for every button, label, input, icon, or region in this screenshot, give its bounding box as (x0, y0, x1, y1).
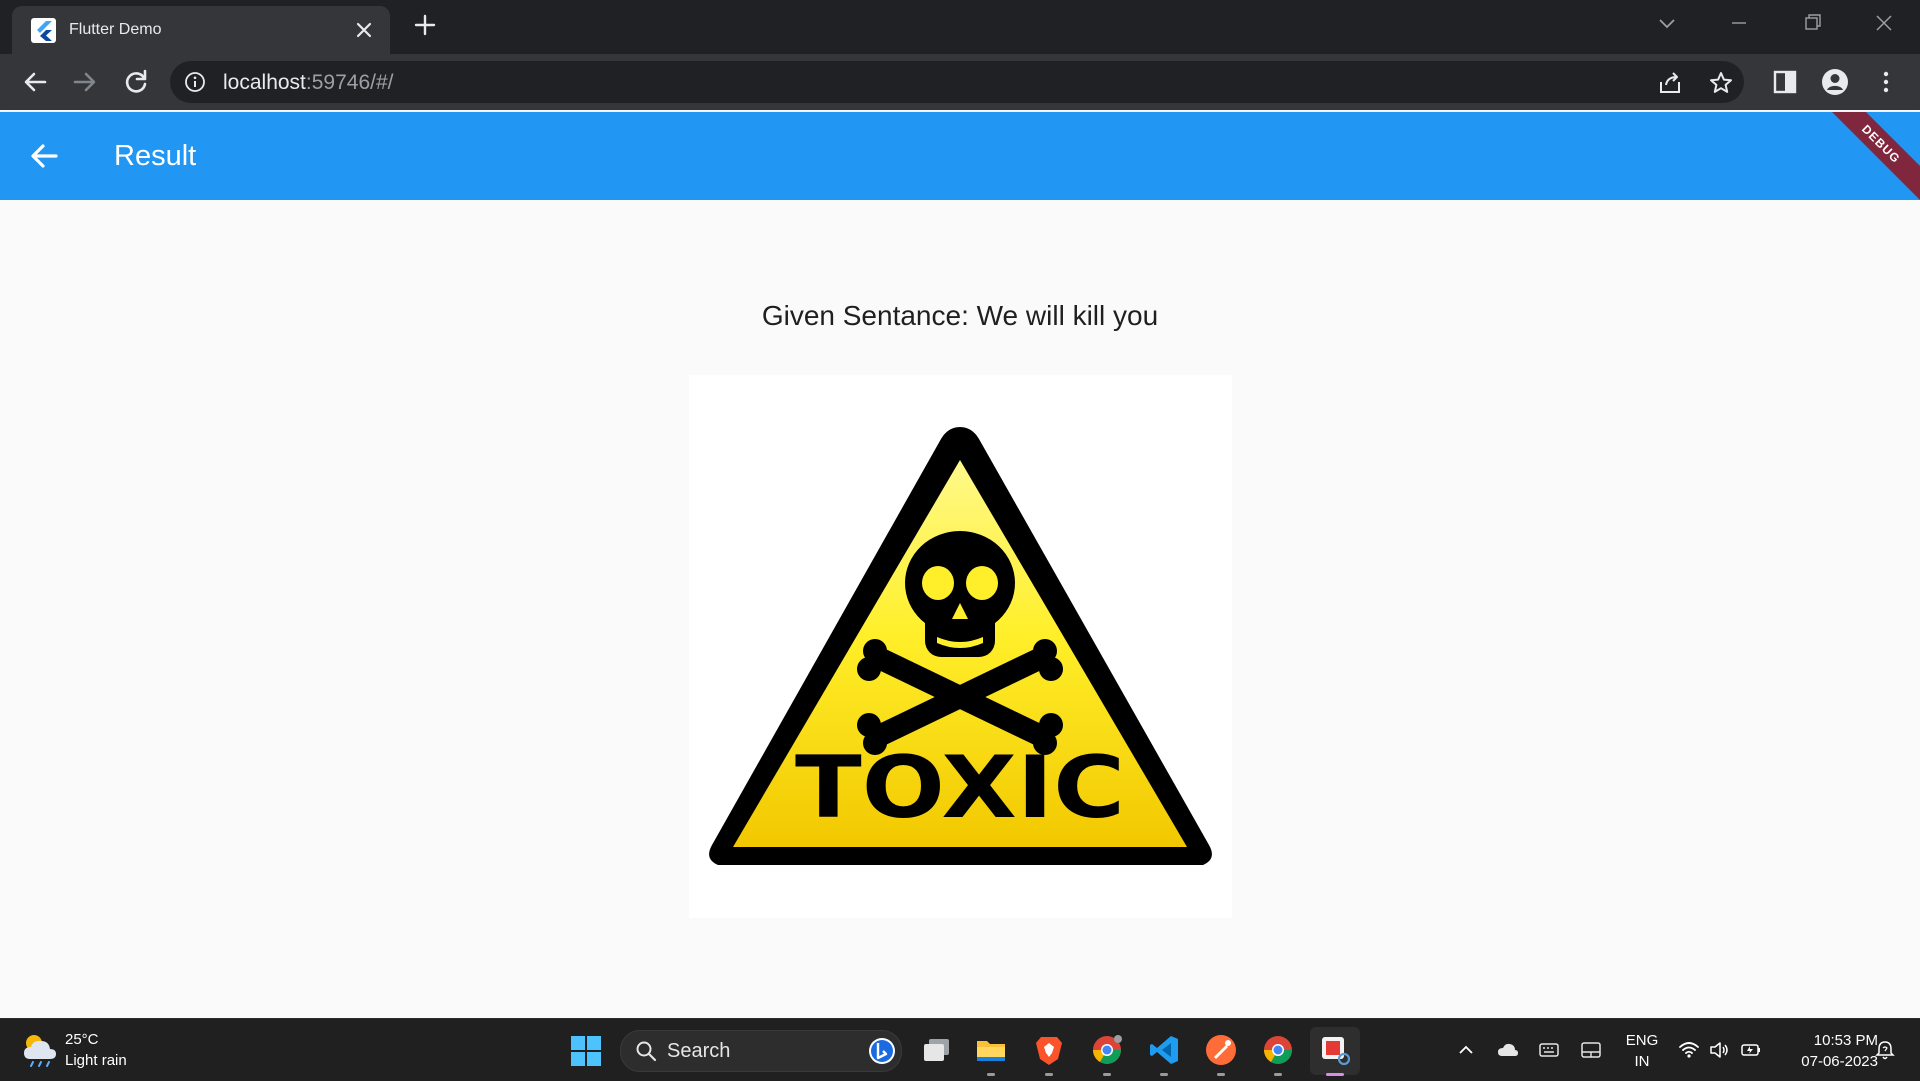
snipping-tool-icon[interactable] (1318, 1033, 1352, 1067)
battery-charging-icon[interactable] (1740, 1039, 1762, 1061)
active-indicator (1326, 1073, 1344, 1076)
running-indicator (1103, 1073, 1111, 1076)
windows-start-icon[interactable] (570, 1035, 602, 1067)
chrome-icon[interactable] (1261, 1033, 1295, 1067)
search-icon (636, 1041, 657, 1062)
result-image-card: TOXIC (689, 375, 1232, 918)
running-indicator (987, 1073, 995, 1076)
running-indicator (1274, 1073, 1282, 1076)
search-placeholder: Search (667, 1040, 731, 1062)
browser-tab[interactable]: Flutter Demo (12, 6, 390, 54)
file-explorer-icon[interactable] (974, 1033, 1008, 1067)
running-indicator (1160, 1073, 1168, 1076)
app-bar: Result DEBUG (0, 112, 1920, 200)
back-icon[interactable] (20, 67, 50, 97)
browser-tab-strip: Flutter Demo (0, 0, 1920, 54)
forward-icon[interactable] (70, 67, 100, 97)
bing-icon[interactable] (868, 1037, 896, 1065)
clock-date[interactable]: 07-06-2023 (1778, 1053, 1878, 1070)
debug-banner: DEBUG (1812, 112, 1920, 200)
browser-menu-icon[interactable] (1871, 67, 1901, 97)
browser-toolbar: localhost:59746/#/ (0, 54, 1920, 110)
close-window-icon[interactable] (1871, 12, 1897, 34)
flutter-favicon-icon (31, 18, 56, 43)
notification-bell-icon[interactable] (1874, 1039, 1896, 1061)
site-info-icon[interactable] (184, 71, 206, 93)
show-hidden-icons-chevron-icon[interactable] (1455, 1039, 1477, 1061)
url-path: :59746/#/ (305, 71, 394, 94)
clock-time[interactable]: 10:53 PM (1778, 1032, 1878, 1049)
toxic-warning-image: TOXIC (709, 427, 1212, 865)
running-indicator (1217, 1073, 1225, 1076)
url-text[interactable]: localhost:59746/#/ (223, 71, 393, 95)
reload-icon[interactable] (121, 67, 151, 97)
app-back-icon[interactable] (28, 140, 60, 172)
wifi-icon[interactable] (1678, 1039, 1700, 1061)
language-code[interactable]: ENG (1620, 1032, 1664, 1049)
new-tab-icon[interactable] (412, 12, 438, 38)
page-title: Result (114, 140, 197, 172)
toxic-label: TOXIC (795, 738, 1125, 838)
vscode-icon[interactable] (1147, 1033, 1181, 1067)
language-region[interactable]: IN (1620, 1053, 1664, 1070)
postman-icon[interactable] (1204, 1033, 1238, 1067)
volume-icon[interactable] (1708, 1039, 1730, 1061)
tab-search-chevron-icon[interactable] (1654, 12, 1680, 34)
profile-avatar-icon[interactable] (1820, 67, 1850, 97)
share-icon[interactable] (1657, 70, 1683, 96)
url-host: localhost (223, 71, 306, 94)
weather-cloud-rain-icon[interactable] (20, 1031, 60, 1067)
tab-title: Flutter Demo (69, 21, 162, 38)
running-indicator (1045, 1073, 1053, 1076)
restore-icon[interactable] (1799, 12, 1825, 34)
windows-taskbar: 25°C Light rain Search ENG IN 10:53 PM 0… (0, 1018, 1920, 1081)
bookmark-star-icon[interactable] (1708, 70, 1734, 96)
keyboard-icon[interactable] (1538, 1039, 1560, 1061)
weather-temperature[interactable]: 25°C (65, 1031, 99, 1048)
address-bar[interactable]: localhost:59746/#/ (170, 61, 1744, 103)
side-panel-icon[interactable] (1770, 67, 1800, 97)
onedrive-cloud-icon[interactable] (1497, 1039, 1519, 1061)
taskbar-search-box[interactable]: Search (620, 1030, 902, 1072)
weather-description[interactable]: Light rain (65, 1052, 127, 1069)
result-page-body: Given Sentance: We will kill you TOXIC (0, 200, 1920, 1018)
brave-browser-icon[interactable] (1032, 1033, 1066, 1067)
touchpad-icon[interactable] (1580, 1039, 1602, 1061)
task-view-icon[interactable] (920, 1033, 954, 1067)
given-sentence-text: Given Sentance: We will kill you (761, 300, 1159, 331)
minimize-icon[interactable] (1726, 12, 1752, 34)
chrome-dev-icon[interactable] (1090, 1033, 1124, 1067)
tab-close-icon[interactable] (353, 19, 375, 41)
